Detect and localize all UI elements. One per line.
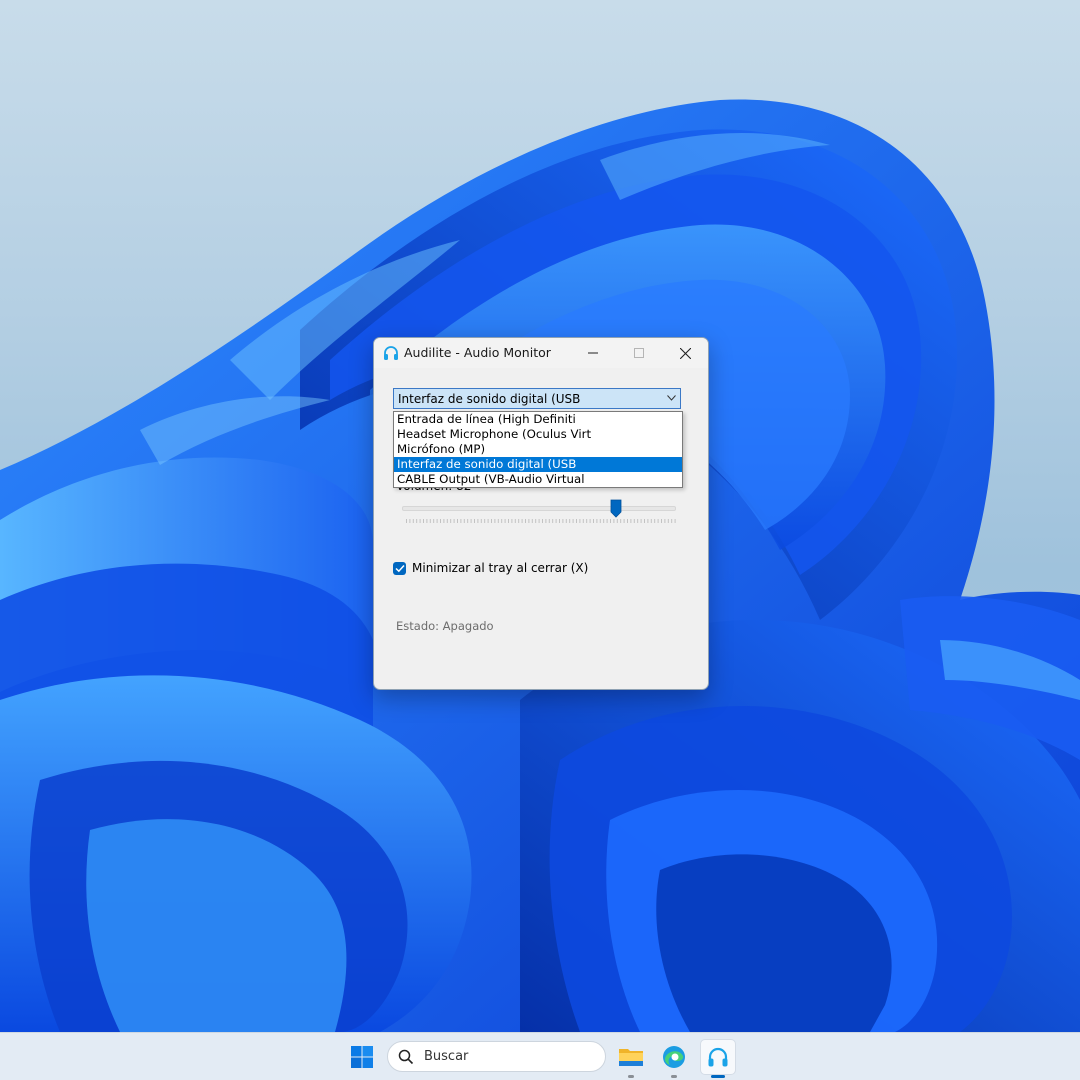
- search-placeholder: Buscar: [424, 1049, 469, 1064]
- dropdown-option[interactable]: Entrada de línea (High Definiti: [394, 412, 682, 427]
- dropdown-option[interactable]: Micrófono (MP): [394, 442, 682, 457]
- status-text: Estado: Apagado: [396, 619, 494, 633]
- search-icon: [398, 1049, 414, 1065]
- device-select-value: Interfaz de sonido digital (USB: [398, 392, 581, 406]
- close-button[interactable]: [662, 338, 708, 368]
- running-indicator: [628, 1075, 634, 1078]
- maximize-button[interactable]: [616, 338, 662, 368]
- dropdown-option[interactable]: Headset Microphone (Oculus Virt: [394, 427, 682, 442]
- volume-slider-thumb[interactable]: [610, 499, 622, 518]
- volume-slider-track[interactable]: [402, 506, 676, 511]
- checkmark-icon: [394, 564, 405, 573]
- minimize-icon: [588, 352, 598, 354]
- taskbar-file-explorer[interactable]: [613, 1039, 649, 1075]
- edge-icon: [663, 1046, 685, 1068]
- device-dropdown-list[interactable]: Entrada de línea (High Definiti Headset …: [393, 411, 683, 488]
- minimize-to-tray-label[interactable]: Minimizar al tray al cerrar (X): [412, 561, 588, 575]
- active-indicator: [711, 1075, 725, 1078]
- close-icon: [679, 347, 691, 359]
- minimize-button[interactable]: [570, 338, 616, 368]
- chevron-down-icon: [667, 395, 676, 401]
- maximize-icon: [634, 348, 644, 358]
- audilite-headphones-icon: [708, 1047, 728, 1067]
- dropdown-option-selected[interactable]: Interfaz de sonido digital (USB: [394, 457, 682, 472]
- file-explorer-icon: [619, 1049, 643, 1066]
- minimize-to-tray-checkbox[interactable]: [393, 562, 406, 575]
- taskbar: Buscar: [0, 1032, 1080, 1080]
- taskbar-edge[interactable]: [656, 1039, 692, 1075]
- device-select[interactable]: Interfaz de sonido digital (USB: [393, 388, 681, 409]
- title-bar[interactable]: Audilite - Audio Monitor: [374, 338, 708, 368]
- audilite-window[interactable]: Audilite - Audio Monitor Interfaz de son…: [373, 337, 709, 690]
- taskbar-audilite[interactable]: [700, 1039, 736, 1075]
- volume-slider-ticks: [406, 519, 676, 524]
- window-title: Audilite - Audio Monitor: [404, 345, 551, 360]
- windows-start-icon[interactable]: [350, 1045, 374, 1069]
- headphones-icon: [384, 346, 398, 360]
- taskbar-search[interactable]: Buscar: [387, 1041, 606, 1072]
- running-indicator: [671, 1075, 677, 1078]
- dropdown-option[interactable]: CABLE Output (VB-Audio Virtual: [394, 472, 682, 487]
